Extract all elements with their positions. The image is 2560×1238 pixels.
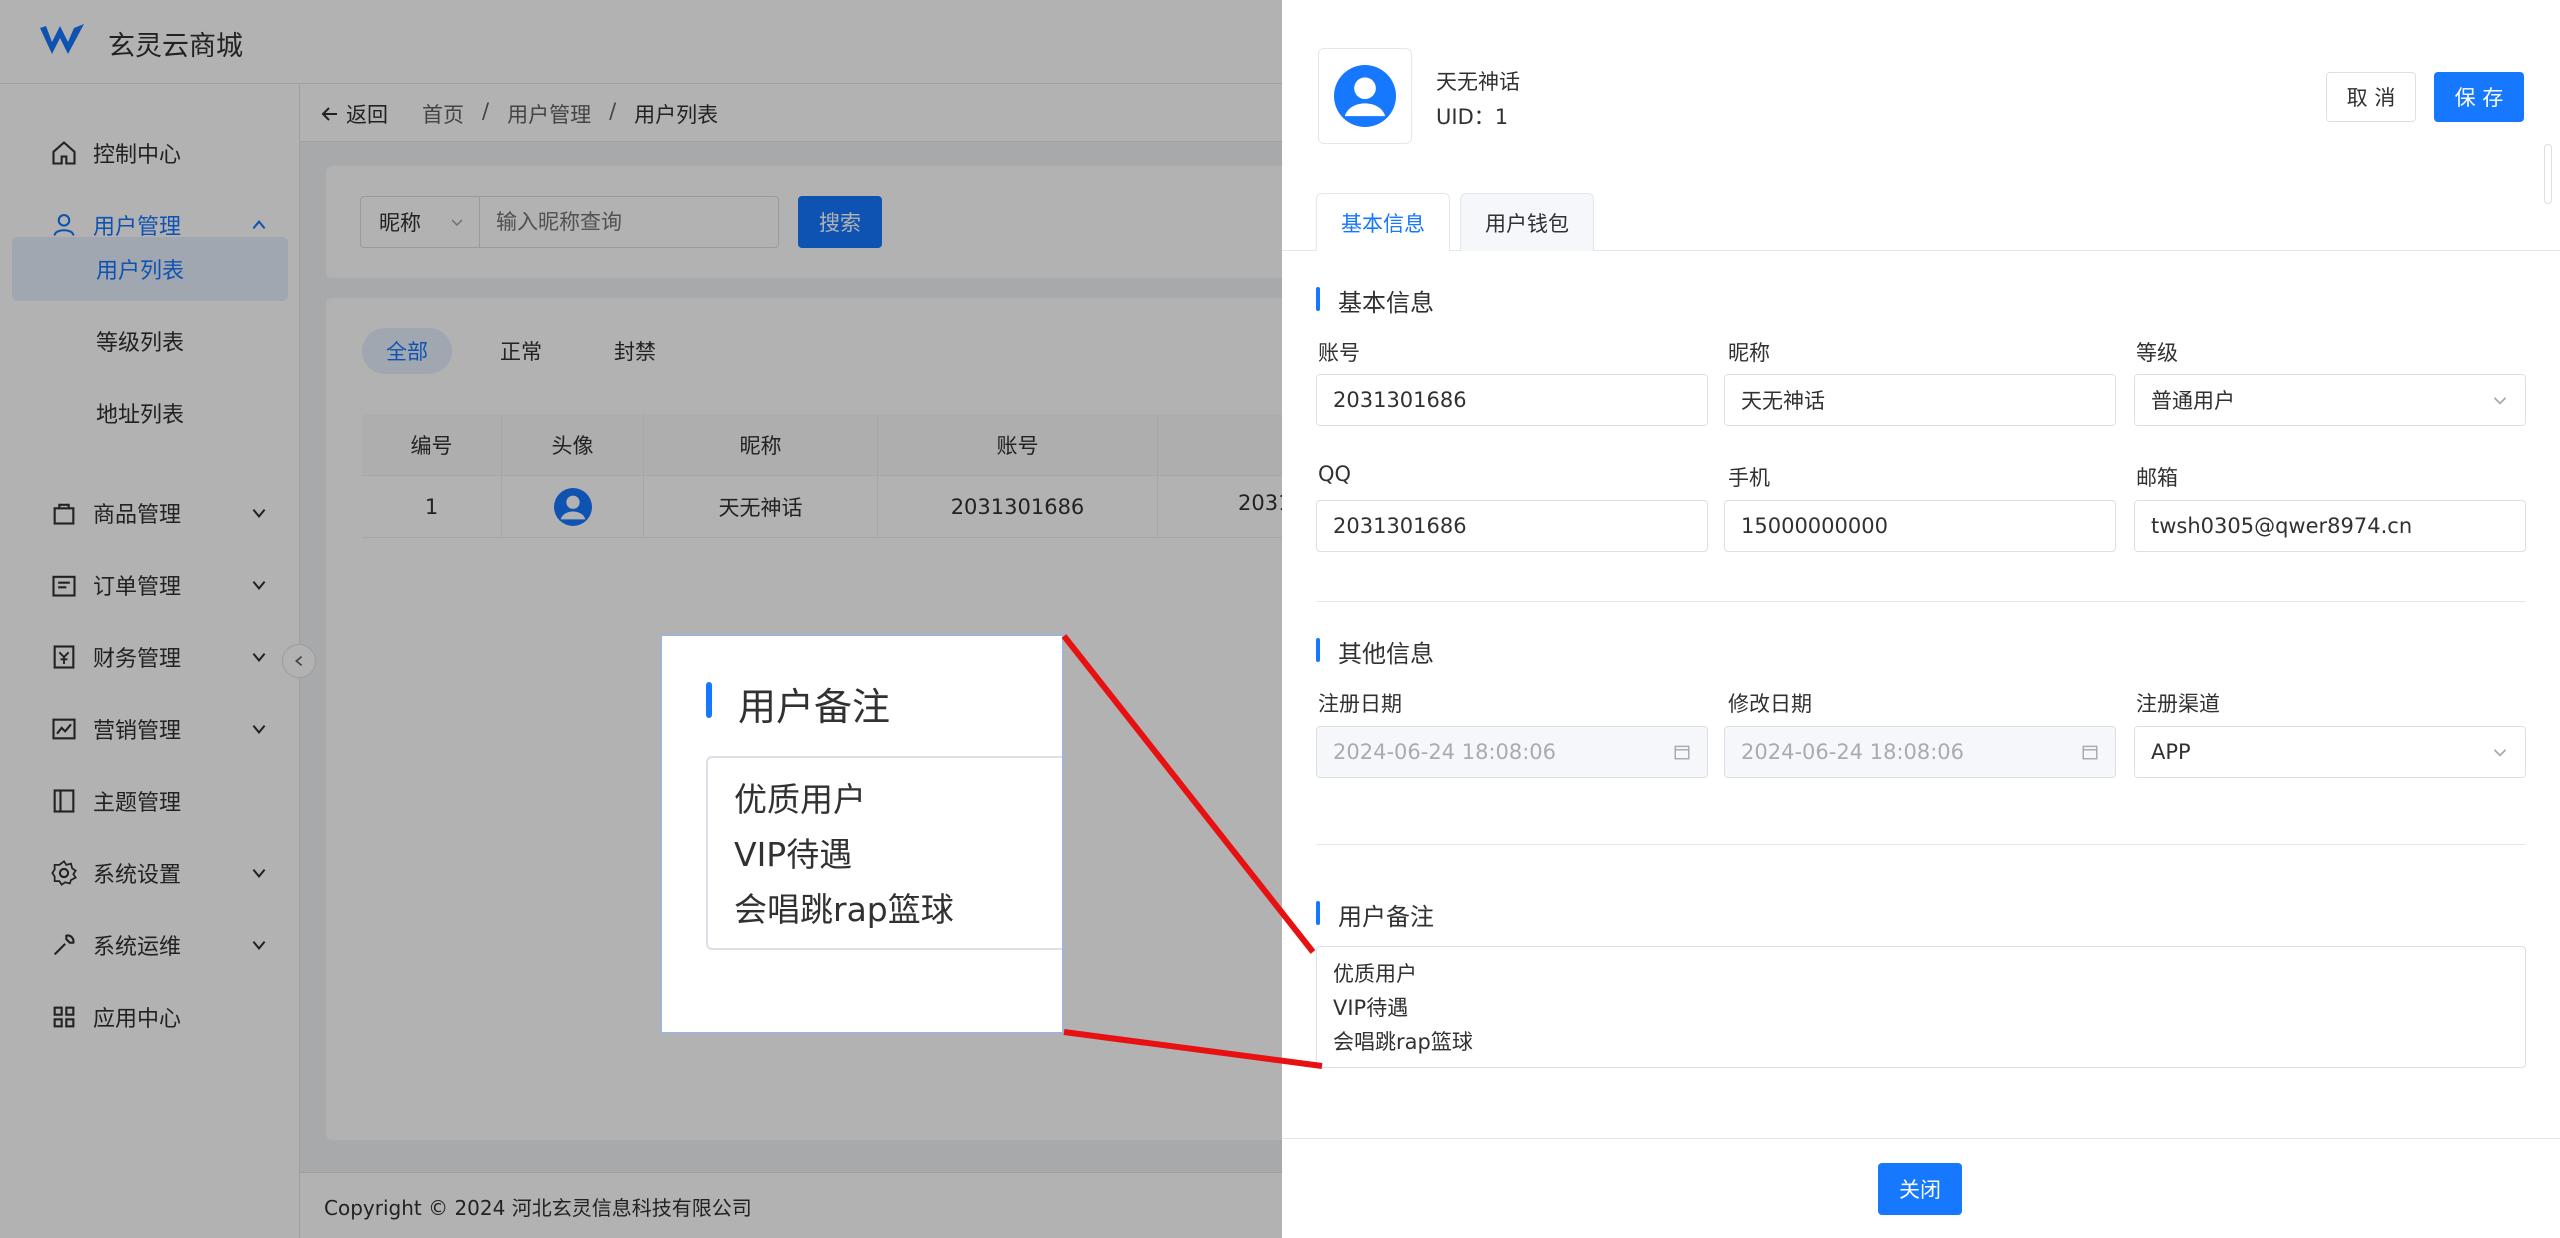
annotation-lines xyxy=(1061,634,1323,1069)
annotation-line-top xyxy=(1061,634,1316,954)
annotation-line-bottom xyxy=(1063,1029,1323,1069)
